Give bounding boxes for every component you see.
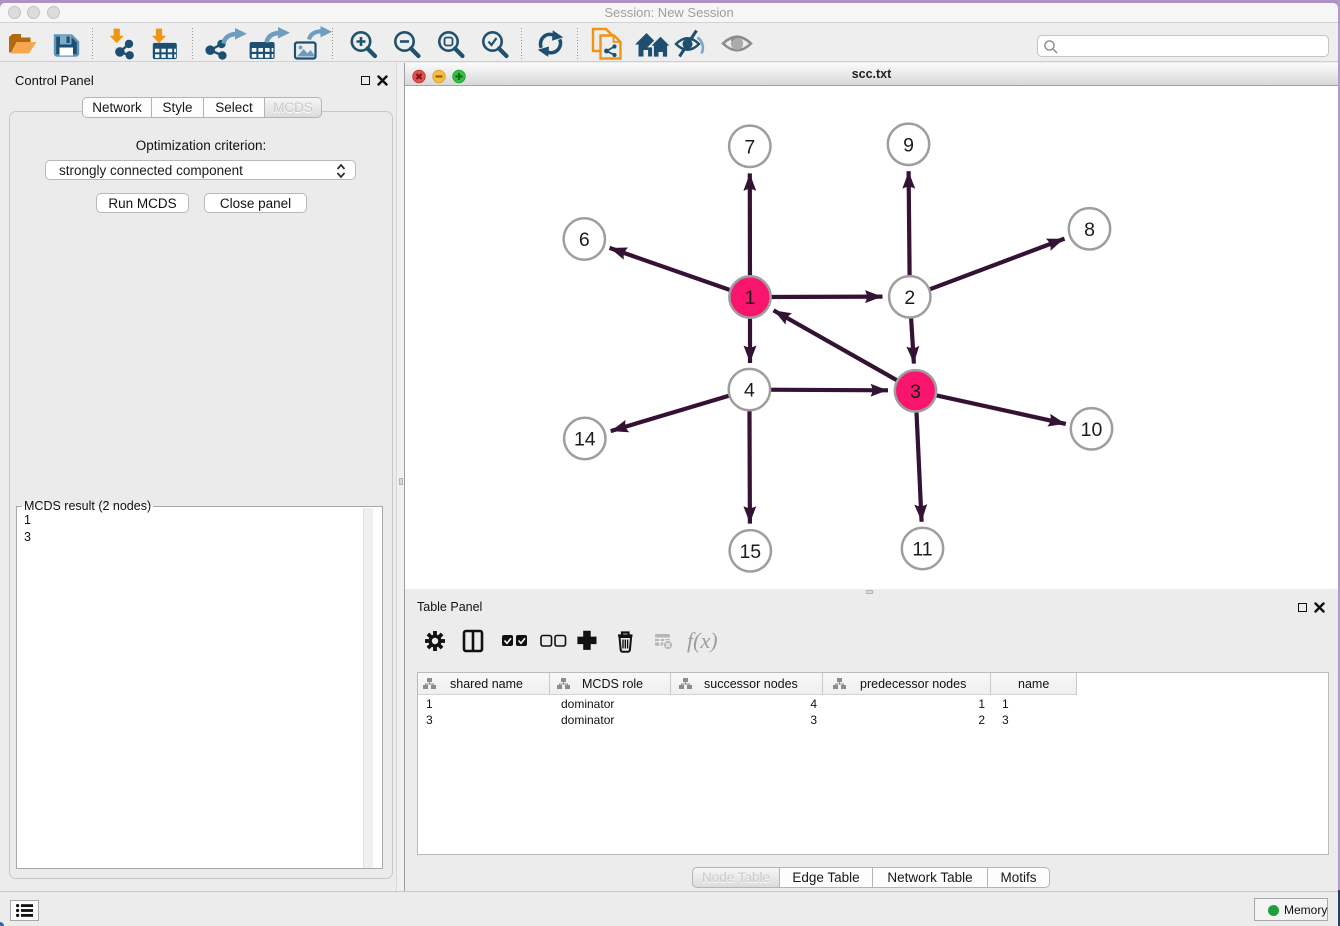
svg-text:15: 15 (739, 541, 761, 563)
svg-text:4: 4 (744, 380, 755, 402)
svg-text:10: 10 (1081, 419, 1103, 441)
svg-text:6: 6 (579, 229, 590, 251)
svg-text:14: 14 (574, 429, 596, 451)
svg-text:1: 1 (745, 287, 756, 309)
svg-text:8: 8 (1084, 219, 1095, 241)
svg-text:7: 7 (744, 136, 755, 158)
svg-text:f(x): f(x) (687, 628, 718, 653)
svg-text:9: 9 (903, 134, 914, 156)
svg-text:2: 2 (904, 287, 915, 309)
svg-text:11: 11 (912, 539, 932, 561)
svg-text:3: 3 (910, 381, 921, 403)
